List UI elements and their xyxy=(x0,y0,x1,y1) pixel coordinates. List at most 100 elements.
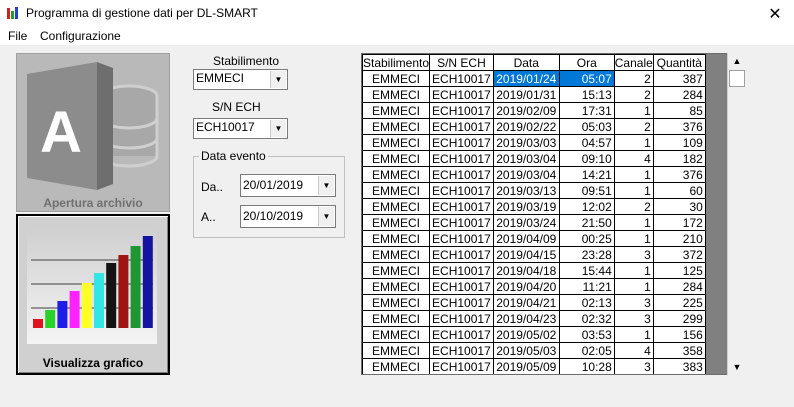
table-row[interactable]: EMMECI ECH10017 2019/04/09 00:25 1 210 xyxy=(362,230,706,247)
table-cell[interactable]: ECH10017 xyxy=(429,294,494,311)
table-cell[interactable]: ECH10017 xyxy=(429,86,494,103)
table-cell[interactable]: 2019/04/09 xyxy=(492,230,560,247)
table-cell[interactable]: 2019/02/09 xyxy=(492,102,560,119)
table-cell[interactable]: ECH10017 xyxy=(429,262,494,279)
table-row[interactable]: EMMECI ECH10017 2019/03/03 04:57 1 109 xyxy=(362,134,706,151)
table-cell[interactable]: ECH10017 xyxy=(429,310,494,327)
table-cell[interactable]: 1 xyxy=(613,102,654,119)
menu-configurazione[interactable]: Configurazione xyxy=(40,29,121,43)
table-cell[interactable]: ECH10017 xyxy=(429,278,494,295)
table-cell[interactable]: 1 xyxy=(613,166,654,183)
table-cell[interactable]: EMMECI xyxy=(362,326,431,343)
table-cell[interactable]: EMMECI xyxy=(362,294,431,311)
table-cell[interactable]: EMMECI xyxy=(362,278,431,295)
table-cell[interactable]: 10:28 xyxy=(558,358,615,374)
column-header-sn[interactable]: S/N ECH xyxy=(429,54,494,71)
chevron-down-icon[interactable]: ▼ xyxy=(318,207,334,226)
sn-select[interactable]: ECH10017 ▼ xyxy=(193,118,288,139)
table-row[interactable]: EMMECI ECH10017 2019/01/31 15:13 2 284 xyxy=(362,86,706,103)
column-header-quantita[interactable]: Quantità xyxy=(652,54,706,71)
stabilimento-select[interactable]: EMMECI ▼ xyxy=(193,69,288,90)
table-cell[interactable]: 05:07 xyxy=(558,70,615,87)
table-cell[interactable]: 15:44 xyxy=(558,262,615,279)
table-cell[interactable]: 3 xyxy=(613,294,654,311)
table-cell[interactable]: 2019/03/04 xyxy=(492,150,560,167)
table-cell[interactable]: ECH10017 xyxy=(429,70,494,87)
table-cell[interactable]: 2019/04/23 xyxy=(492,310,560,327)
table-cell[interactable]: 182 xyxy=(652,150,706,167)
table-cell[interactable]: 15:13 xyxy=(558,86,615,103)
date-from-picker[interactable]: 20/01/2019 ▼ xyxy=(240,174,336,197)
table-cell[interactable]: 02:05 xyxy=(558,342,615,359)
table-cell[interactable]: EMMECI xyxy=(362,262,431,279)
table-cell[interactable]: EMMECI xyxy=(362,86,431,103)
table-cell[interactable]: 2 xyxy=(613,70,654,87)
table-cell[interactable]: EMMECI xyxy=(362,198,431,215)
table-row[interactable]: EMMECI ECH10017 2019/03/24 21:50 1 172 xyxy=(362,214,706,231)
table-cell[interactable]: 210 xyxy=(652,230,706,247)
table-cell[interactable]: EMMECI xyxy=(362,246,431,263)
table-row[interactable]: EMMECI ECH10017 2019/02/22 05:03 2 376 xyxy=(362,118,706,135)
table-cell[interactable]: 1 xyxy=(613,214,654,231)
table-cell[interactable]: 2019/05/03 xyxy=(492,342,560,359)
table-row[interactable]: EMMECI ECH10017 2019/03/04 14:21 1 376 xyxy=(362,166,706,183)
table-cell[interactable]: 02:13 xyxy=(558,294,615,311)
table-row[interactable]: EMMECI ECH10017 2019/04/21 02:13 3 225 xyxy=(362,294,706,311)
table-cell[interactable]: 3 xyxy=(613,358,654,374)
table-cell[interactable]: 05:03 xyxy=(558,118,615,135)
table-cell[interactable]: 2019/05/02 xyxy=(492,326,560,343)
table-cell[interactable]: 2019/03/19 xyxy=(492,198,560,215)
table-cell[interactable]: ECH10017 xyxy=(429,230,494,247)
table-cell[interactable]: 2 xyxy=(613,198,654,215)
chevron-down-icon[interactable]: ▼ xyxy=(270,71,286,88)
table-cell[interactable]: 04:57 xyxy=(558,134,615,151)
table-cell[interactable]: EMMECI xyxy=(362,70,431,87)
show-chart-button[interactable]: Visualizza grafico xyxy=(16,214,170,375)
table-cell[interactable]: EMMECI xyxy=(362,134,431,151)
scroll-down-icon[interactable]: ▼ xyxy=(728,359,746,375)
table-cell[interactable]: ECH10017 xyxy=(429,118,494,135)
table-cell[interactable]: ECH10017 xyxy=(429,150,494,167)
close-icon[interactable]: ✕ xyxy=(766,4,784,24)
table-row[interactable]: EMMECI ECH10017 2019/03/04 09:10 4 182 xyxy=(362,150,706,167)
table-cell[interactable]: 21:50 xyxy=(558,214,615,231)
table-cell[interactable]: ECH10017 xyxy=(429,182,494,199)
table-cell[interactable]: ECH10017 xyxy=(429,198,494,215)
table-row[interactable]: EMMECI ECH10017 2019/03/19 12:02 2 30 xyxy=(362,198,706,215)
table-cell[interactable]: 4 xyxy=(613,150,654,167)
table-cell[interactable]: ECH10017 xyxy=(429,134,494,151)
table-row[interactable]: EMMECI ECH10017 2019/05/09 10:28 3 383 xyxy=(362,358,706,374)
table-cell[interactable]: 1 xyxy=(613,182,654,199)
table-cell[interactable]: 299 xyxy=(652,310,706,327)
table-cell[interactable]: 109 xyxy=(652,134,706,151)
table-cell[interactable]: 2019/03/03 xyxy=(492,134,560,151)
table-cell[interactable]: 1 xyxy=(613,134,654,151)
column-header-canale[interactable]: Canale xyxy=(613,54,654,71)
table-cell[interactable]: 02:32 xyxy=(558,310,615,327)
table-row[interactable]: EMMECI ECH10017 2019/05/02 03:53 1 156 xyxy=(362,326,706,343)
table-cell[interactable]: EMMECI xyxy=(362,310,431,327)
table-cell[interactable]: 2019/01/31 xyxy=(492,86,560,103)
table-cell[interactable]: 2019/04/18 xyxy=(492,262,560,279)
open-archive-button[interactable]: A Apertura archivio xyxy=(16,53,170,212)
scroll-up-icon[interactable]: ▲ xyxy=(728,53,746,69)
table-row[interactable]: EMMECI ECH10017 2019/01/24 05:07 2 387 xyxy=(362,70,706,87)
table-cell[interactable]: 12:02 xyxy=(558,198,615,215)
table-cell[interactable]: ECH10017 xyxy=(429,102,494,119)
table-cell[interactable]: EMMECI xyxy=(362,150,431,167)
column-header-ora[interactable]: Ora xyxy=(558,54,615,71)
table-cell[interactable]: EMMECI xyxy=(362,230,431,247)
table-row[interactable]: EMMECI ECH10017 2019/04/20 11:21 1 284 xyxy=(362,278,706,295)
table-cell[interactable]: 60 xyxy=(652,182,706,199)
table-cell[interactable]: 09:51 xyxy=(558,182,615,199)
table-cell[interactable]: 17:31 xyxy=(558,102,615,119)
table-cell[interactable]: 387 xyxy=(652,70,706,87)
table-cell[interactable]: 2019/04/15 xyxy=(492,246,560,263)
table-cell[interactable]: 358 xyxy=(652,342,706,359)
table-cell[interactable]: 172 xyxy=(652,214,706,231)
table-cell[interactable]: ECH10017 xyxy=(429,358,494,374)
table-row[interactable]: EMMECI ECH10017 2019/04/18 15:44 1 125 xyxy=(362,262,706,279)
table-cell[interactable]: EMMECI xyxy=(362,182,431,199)
scroll-thumb[interactable] xyxy=(729,70,745,87)
table-cell[interactable]: 00:25 xyxy=(558,230,615,247)
